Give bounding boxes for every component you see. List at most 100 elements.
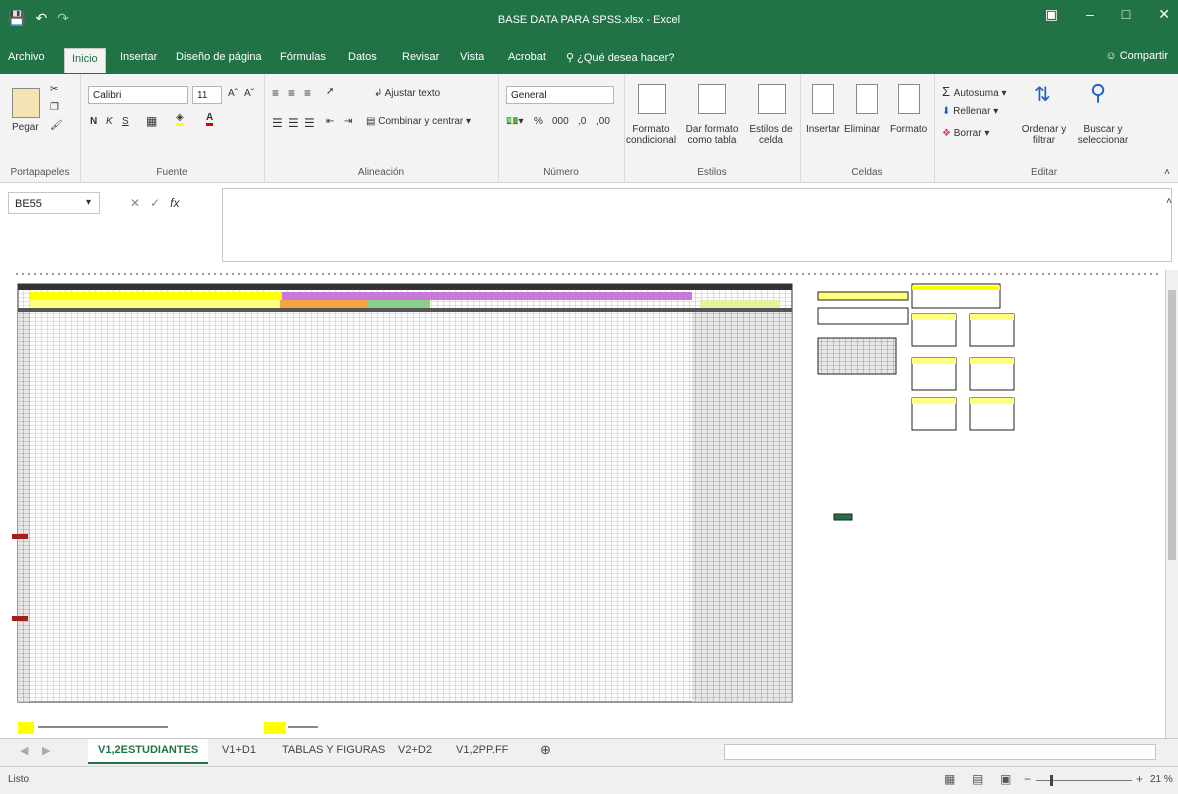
bold-button[interactable]: N [90,116,97,127]
number-format-select[interactable]: General [506,86,614,104]
increase-decimal-icon[interactable]: ,0 [578,116,586,127]
vertical-scroll-thumb[interactable] [1168,290,1176,560]
orientation-icon[interactable]: ➚ [326,86,334,97]
normal-view-icon[interactable]: ▦ [944,772,955,786]
group-label-font: Fuente [156,167,188,178]
window-controls: ▣ – □ ✕ [1045,6,1170,23]
formula-bar[interactable] [222,188,1172,262]
decrease-indent-icon[interactable]: ⇤ [326,116,334,127]
insert-function-icon[interactable]: fx [170,196,179,210]
copy-icon[interactable]: ❐ [50,102,59,113]
cell-styles-icon[interactable] [758,84,786,114]
tab-acrobat[interactable]: Acrobat [508,51,546,63]
tab-archivo[interactable]: Archivo [8,51,45,63]
minimize-icon[interactable]: – [1086,6,1094,23]
format-as-table-button[interactable]: Dar formato como tabla [684,124,740,146]
merge-center-button[interactable]: ▤ Combinar y centrar ▾ [366,116,471,127]
tab-insertar[interactable]: Insertar [120,51,157,63]
worksheet-grid[interactable] [0,262,1166,736]
fill-button[interactable]: ⬇ Rellenar ▾ [942,106,998,117]
delete-cells-button[interactable]: Eliminar [844,124,880,135]
cut-icon[interactable]: ✂ [50,84,58,95]
collapse-ribbon-icon[interactable]: ˄ [1164,167,1170,178]
enter-icon[interactable]: ✓ [150,196,160,210]
decrease-font-icon[interactable]: Aˇ [244,88,254,99]
wrap-text-button[interactable]: ↲ Ajustar texto [374,88,440,99]
ribbon-display-icon[interactable]: ▣ [1045,6,1058,23]
tab-datos[interactable]: Datos [348,51,377,63]
cell-styles-button[interactable]: Estilos de celda [746,124,796,146]
align-left-icon[interactable]: ☰ [272,116,283,130]
align-bottom-icon[interactable]: ≡ [304,86,311,100]
insert-cells-button[interactable]: Insertar [806,124,840,135]
increase-font-icon[interactable]: Aˆ [228,88,238,99]
borders-icon[interactable]: ▦ [146,114,157,128]
tell-me-box[interactable]: ⚲ ¿Qué desea hacer? [566,51,674,64]
tab-revisar[interactable]: Revisar [402,51,439,63]
paste-button[interactable]: Pegar [12,122,39,133]
italic-button[interactable]: K [106,116,113,127]
header-row [18,308,792,312]
expand-formula-bar-icon[interactable]: ˄ [1166,196,1172,207]
find-select-button[interactable]: Buscar y seleccionar [1072,124,1134,146]
page-break-icon[interactable]: ▣ [1000,772,1011,786]
tab-vista[interactable]: Vista [460,51,484,63]
percent-icon[interactable]: % [534,116,543,127]
add-sheet-icon[interactable]: ⊕ [540,742,551,758]
find-icon[interactable]: ⚲ [1090,80,1106,106]
conditional-format-button[interactable]: Formato condicional [626,124,676,146]
font-color-icon[interactable]: A [206,112,214,126]
fill-color-icon[interactable]: ◈ [176,112,184,126]
sheet-tab-v12-ppff[interactable]: V1,2PP.FF [456,744,508,756]
header-band-orange [280,300,368,308]
zoom-level[interactable]: 21 % [1150,774,1173,785]
autosum-button[interactable]: Σ Autosuma ▾ [942,84,1007,99]
lightbulb-icon: ⚲ [566,52,578,64]
group-cells: Insertar Eliminar Formato Celdas [800,74,935,182]
font-name-select[interactable]: Calibri [88,86,188,104]
currency-icon[interactable]: 💵▾ [506,116,523,127]
align-top-icon[interactable]: ≡ [272,86,279,100]
zoom-in-icon[interactable]: + [1136,772,1143,786]
next-sheet-icon[interactable]: ▶ [42,744,50,757]
share-button[interactable]: ☺ Compartir [1105,50,1168,62]
format-cells-icon[interactable] [898,84,920,114]
align-middle-icon[interactable]: ≡ [288,86,295,100]
cancel-icon[interactable]: ✕ [130,196,140,210]
paste-icon[interactable] [12,88,40,118]
sort-filter-button[interactable]: Ordenar y filtrar [1020,124,1068,146]
sheet-tab-tablas-figuras[interactable]: TABLAS Y FIGURAS [282,744,385,756]
format-cells-button[interactable]: Formato [890,124,927,135]
format-as-table-icon[interactable] [698,84,726,114]
close-icon[interactable]: ✕ [1158,6,1170,23]
prev-sheet-icon[interactable]: ◀ [20,744,28,757]
maximize-icon[interactable]: □ [1122,6,1130,23]
namebox-dropdown-icon[interactable]: ▾ [86,197,91,208]
zoom-slider-thumb[interactable] [1050,775,1053,786]
underline-button[interactable]: S [122,116,129,127]
horizontal-scrollbar[interactable] [724,744,1156,760]
tab-inicio[interactable]: Inicio [64,48,106,73]
highlight-cell [12,616,28,621]
delete-cells-icon[interactable] [856,84,878,114]
align-right-icon[interactable]: ☰ [304,116,315,130]
font-size-select[interactable]: 11 [192,86,222,104]
sheet-tab-v1-d1[interactable]: V1+D1 [222,744,256,756]
vertical-scrollbar[interactable] [1165,270,1178,738]
align-center-icon[interactable]: ☰ [288,116,299,130]
tab-formulas[interactable]: Fórmulas [280,51,326,63]
thousands-icon[interactable]: 000 [552,116,569,127]
decrease-decimal-icon[interactable]: ,00 [596,116,610,127]
zoom-out-icon[interactable]: − [1024,772,1031,786]
insert-cells-icon[interactable] [812,84,834,114]
mini-table [817,307,909,325]
conditional-format-icon[interactable] [638,84,666,114]
format-painter-icon[interactable]: 🖌 [50,120,63,131]
clear-button[interactable]: ❖ Borrar ▾ [942,128,989,139]
increase-indent-icon[interactable]: ⇥ [344,116,352,127]
sheet-tab-v2-d2[interactable]: V2+D2 [398,744,432,756]
sheet-tab-v12-estudiantes[interactable]: V1,2ESTUDIANTES [88,739,209,764]
sort-filter-icon[interactable]: ⇅ [1034,82,1051,107]
page-layout-icon[interactable]: ▤ [972,772,983,786]
tab-diseno[interactable]: Diseño de página [176,51,262,63]
